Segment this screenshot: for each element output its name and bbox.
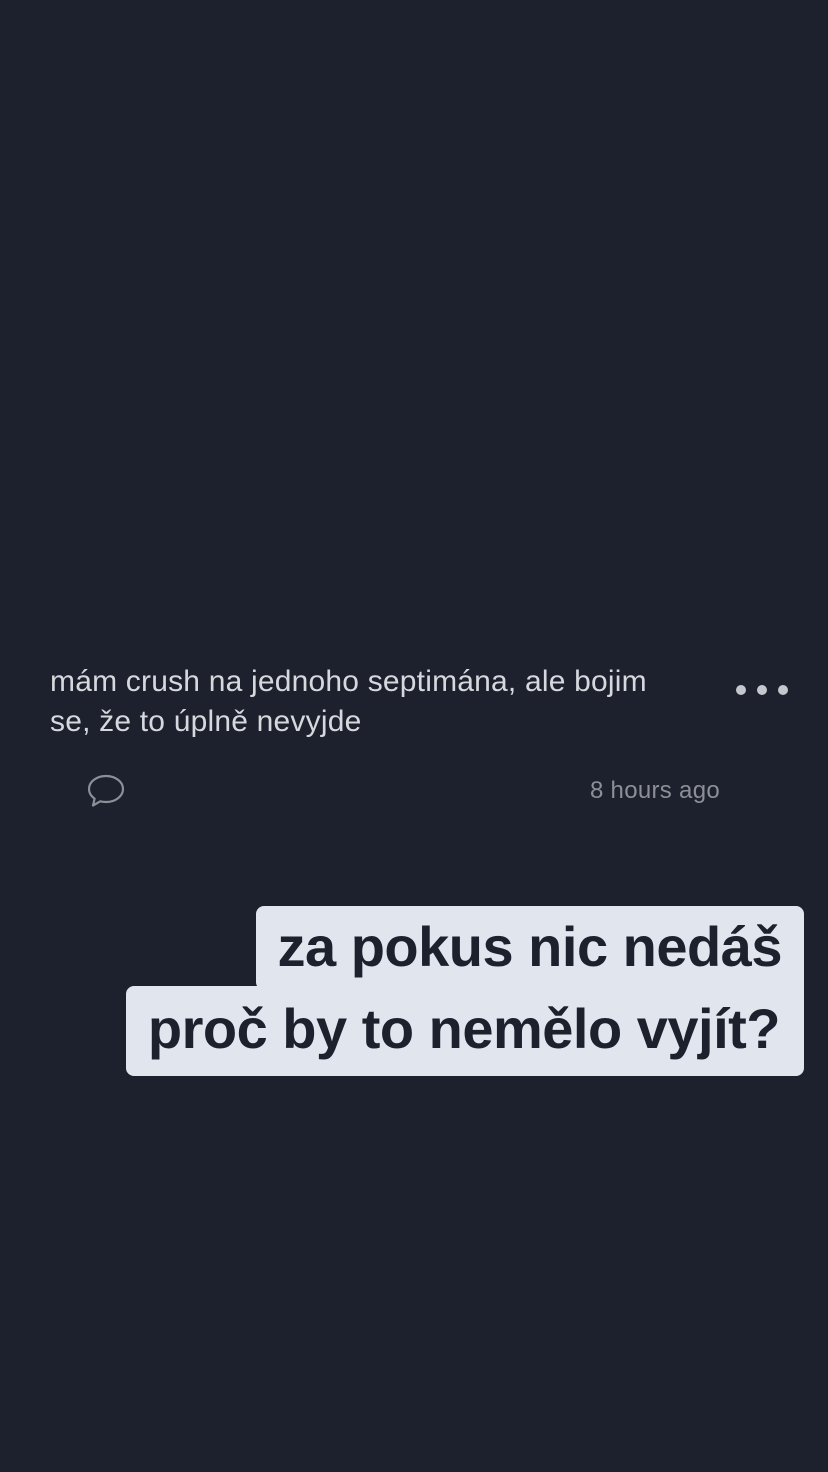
caption-line-1: za pokus nic nedáš [255, 906, 804, 990]
post-timestamp: 8 hours ago [589, 777, 720, 804]
post-text-line-1: mám crush na jednoho septimána, ale boji… [50, 665, 647, 698]
post-text-line-2: se, že to úplně nevyjde [50, 705, 362, 738]
post-card: mám crush na jednoho septimána, ale boji… [0, 0, 828, 1472]
more-dots-icon [736, 685, 746, 695]
post-text: mám crush na jednoho septimána, ale boji… [50, 662, 720, 742]
more-options-button[interactable] [736, 674, 788, 706]
comment-button[interactable] [84, 770, 128, 810]
more-dots-icon [778, 685, 788, 695]
caption-line-2: proč by to nemělo vyjít? [125, 986, 804, 1076]
more-dots-icon [757, 685, 767, 695]
story-caption: za pokus nic nedáš proč by to nemělo vyj… [0, 906, 828, 1078]
comment-bubble-icon [87, 774, 125, 807]
